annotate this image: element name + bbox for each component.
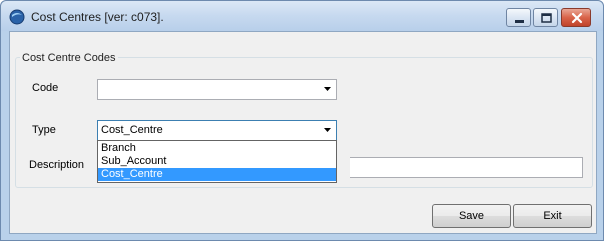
chevron-down-icon [324,128,331,132]
client-area: Cost Centre Codes Code Type Cost_Centre … [9,31,597,234]
close-button[interactable] [561,8,591,27]
application-window: Cost Centres [ver: c073]. Cost Centre Co… [0,0,604,241]
code-combobox[interactable] [97,79,337,100]
dropdown-option-cost-centre[interactable]: Cost_Centre [98,168,336,181]
description-input[interactable] [350,157,583,178]
window-title: Cost Centres [ver: c073]. [31,10,164,24]
type-dropdown-list[interactable]: Branch Sub_Account Cost_Centre [97,140,337,183]
type-label: Type [32,124,56,136]
dropdown-option-sub-account[interactable]: Sub_Account [98,155,336,168]
maximize-icon [541,13,552,23]
exit-button[interactable]: Exit [513,204,592,228]
minimize-icon [515,20,524,23]
title-bar[interactable]: Cost Centres [ver: c073]. [1,1,603,31]
minimize-button[interactable] [506,8,531,27]
chevron-down-icon [324,87,331,91]
type-value: Cost_Centre [101,124,163,136]
group-title: Cost Centre Codes [20,52,118,64]
save-button[interactable]: Save [432,204,511,228]
app-icon [9,9,25,25]
description-label: Description [29,159,85,171]
code-label: Code [32,82,59,94]
dropdown-option-branch[interactable]: Branch [98,142,336,155]
maximize-button[interactable] [533,8,558,27]
type-combobox[interactable]: Cost_Centre [97,120,337,141]
close-icon [571,12,583,24]
